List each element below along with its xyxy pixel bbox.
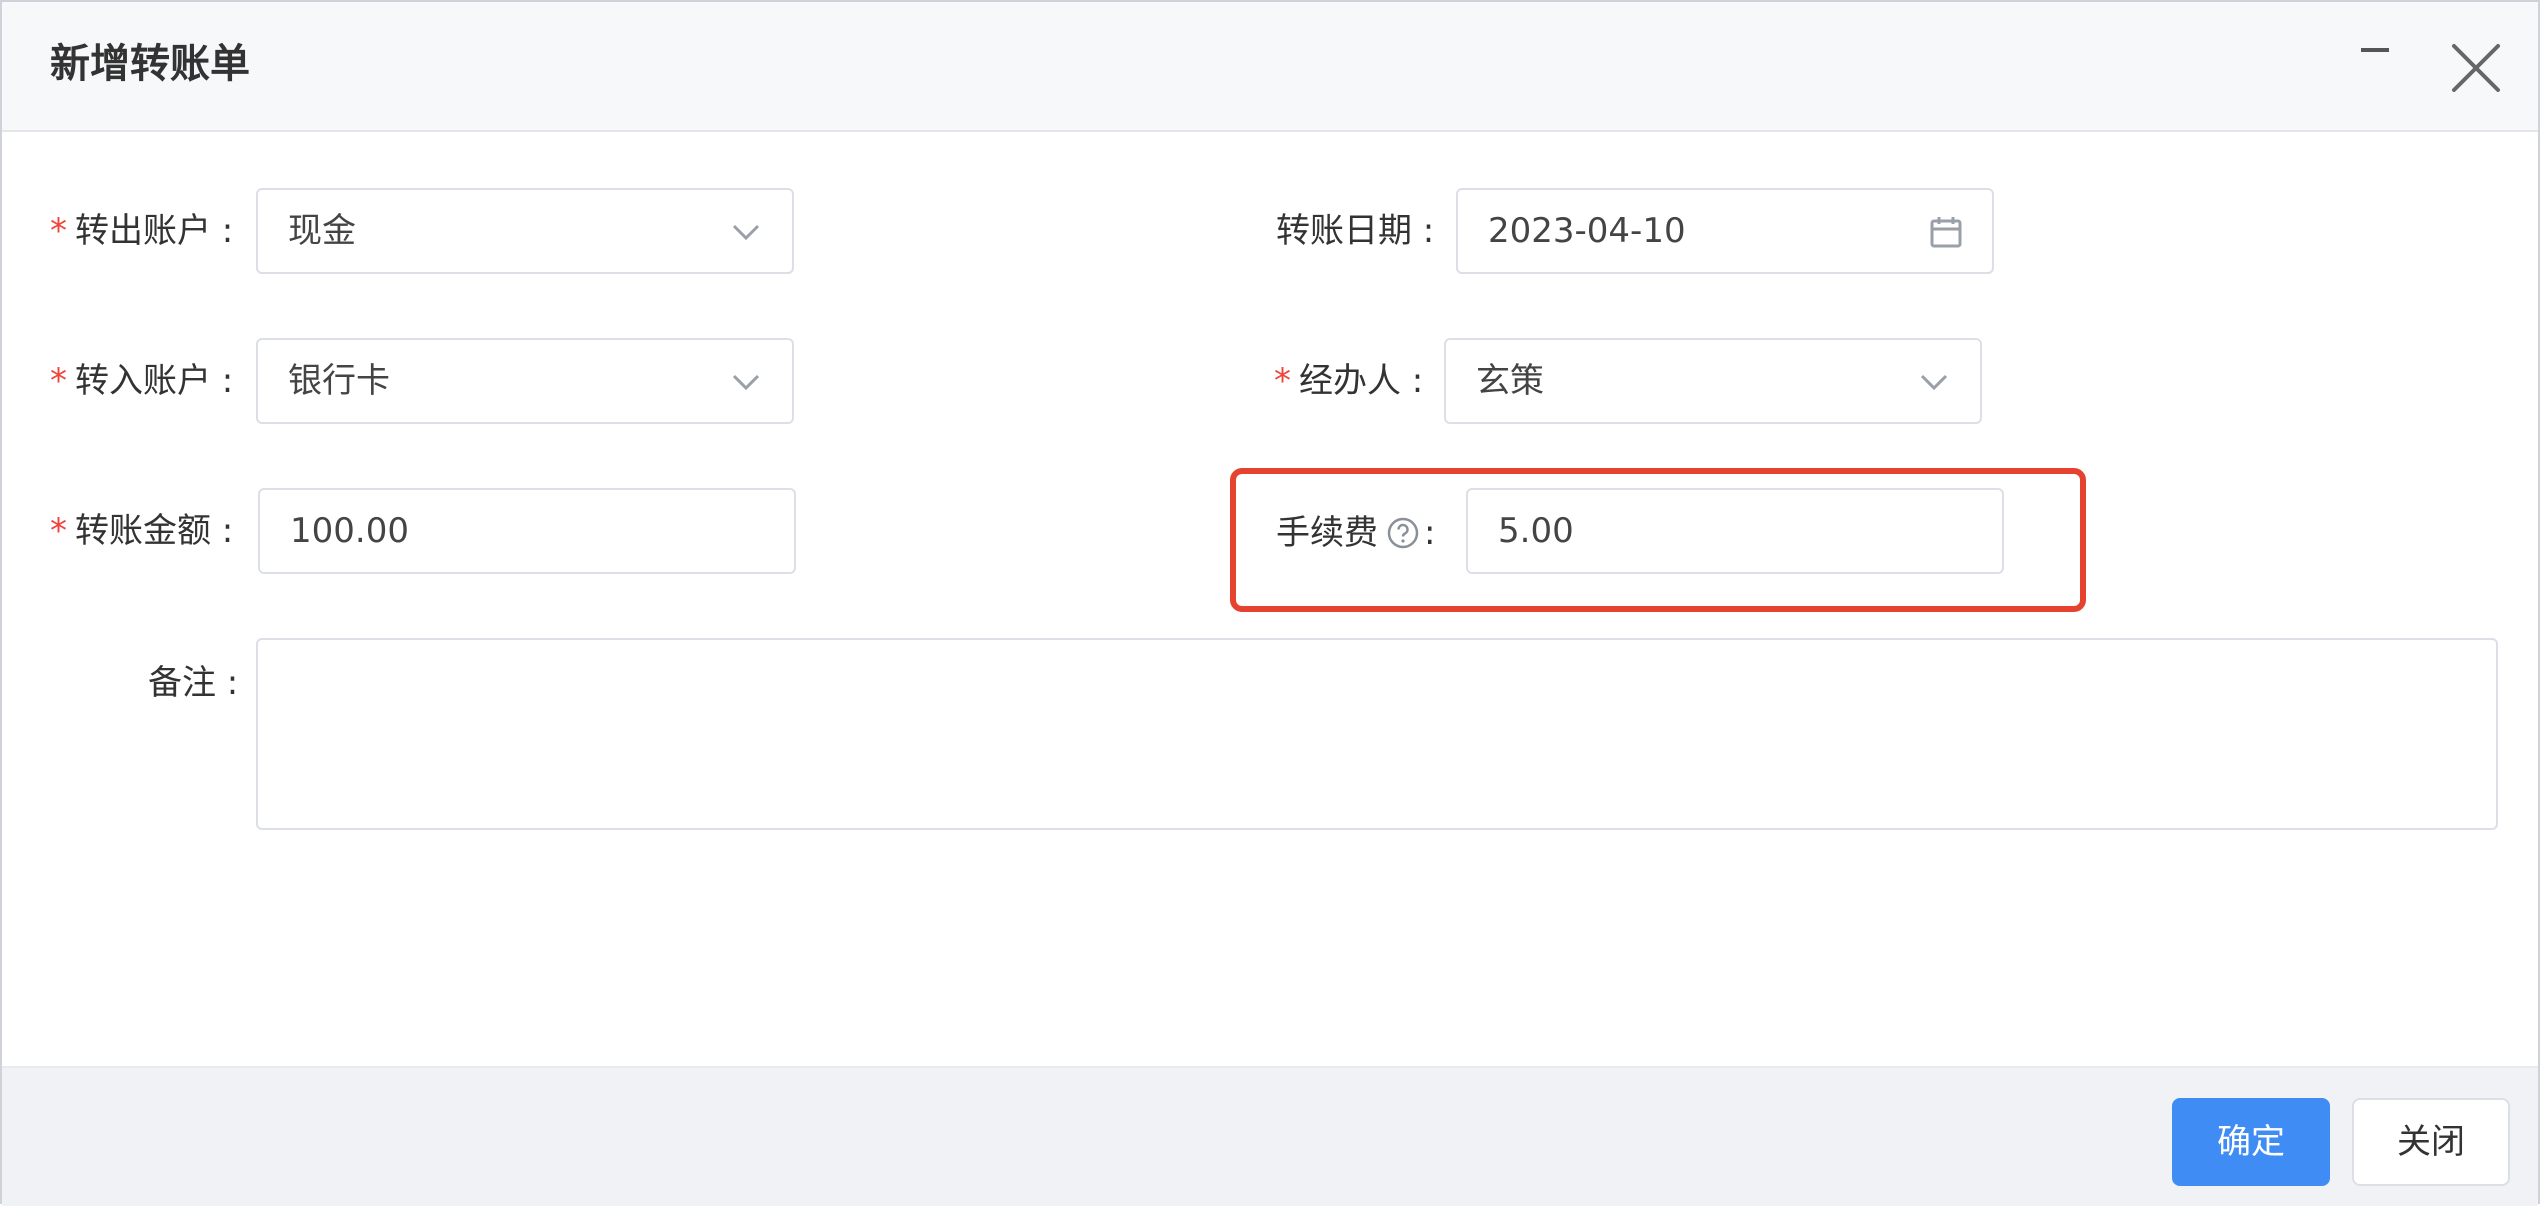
required-mark: *: [50, 361, 67, 401]
fee-label-text: 手续费: [1276, 513, 1378, 553]
to-account-value: 银行卡: [288, 361, 390, 401]
from-account-label-text: 转出账户 :: [75, 211, 234, 251]
required-mark: *: [1274, 361, 1291, 401]
fee-label: 手续费 :: [1276, 508, 1435, 558]
handler-label-text: 经办人 :: [1299, 361, 1424, 401]
dialog-footer: 确定 关闭: [2, 1066, 2538, 1206]
confirm-button[interactable]: 确定: [2172, 1098, 2330, 1186]
amount-label: * 转账金额 :: [50, 506, 233, 556]
amount-value: 100.00: [290, 511, 409, 551]
amount-input[interactable]: 100.00: [258, 488, 796, 574]
close-button[interactable]: 关闭: [2352, 1098, 2510, 1186]
required-mark: *: [50, 511, 67, 551]
dialog-title: 新增转账单: [50, 41, 250, 87]
transfer-date-label: 转账日期 :: [1276, 211, 1435, 251]
chevron-down-icon: [726, 362, 766, 402]
chevron-down-icon: [1914, 362, 1954, 402]
transfer-dialog: 新增转账单 * 转出账户 : 现金 转账日期 : 2023-04-10 * 转入…: [0, 0, 2540, 1206]
fee-label-colon: :: [1424, 513, 1436, 553]
minimize-icon[interactable]: [2358, 42, 2394, 62]
to-account-label: * 转入账户 :: [50, 356, 233, 406]
required-mark: *: [50, 211, 67, 251]
help-circle-icon[interactable]: [1386, 514, 1420, 549]
to-account-select[interactable]: 银行卡: [256, 338, 794, 424]
close-icon[interactable]: [2446, 38, 2506, 98]
fee-value: 5.00: [1498, 511, 1574, 551]
calendar-icon: [1926, 212, 1966, 252]
transfer-date-value: 2023-04-10: [1488, 211, 1686, 251]
fee-input[interactable]: 5.00: [1466, 488, 2004, 574]
from-account-select[interactable]: 现金: [256, 188, 794, 274]
from-account-label: * 转出账户 :: [50, 206, 233, 256]
handler-label: * 经办人 :: [1274, 356, 1423, 406]
handler-select[interactable]: 玄策: [1444, 338, 1982, 424]
to-account-label-text: 转入账户 :: [75, 361, 234, 401]
dialog-header: 新增转账单: [2, 2, 2538, 132]
chevron-down-icon: [726, 212, 766, 252]
transfer-date-picker[interactable]: 2023-04-10: [1456, 188, 1994, 274]
from-account-value: 现金: [288, 211, 356, 251]
remark-label: 备注 :: [148, 663, 239, 703]
remark-textarea[interactable]: [256, 638, 2498, 830]
amount-label-text: 转账金额 :: [75, 511, 234, 551]
handler-value: 玄策: [1476, 361, 1544, 401]
